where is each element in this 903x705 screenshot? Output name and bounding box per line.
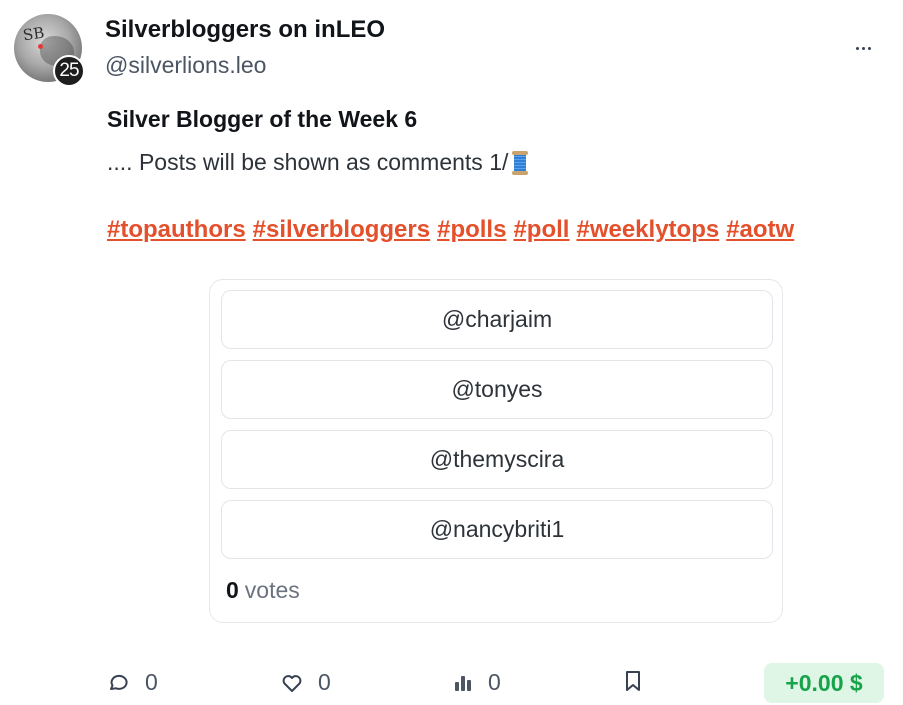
votes-label: votes bbox=[244, 577, 300, 603]
hashtag-link[interactable]: #poll bbox=[513, 216, 569, 243]
hashtag-link[interactable]: #aotw bbox=[726, 216, 794, 243]
hashtag-link[interactable]: #topauthors bbox=[107, 216, 246, 243]
bookmark-button[interactable] bbox=[622, 669, 644, 693]
hashtag-link[interactable]: #polls bbox=[437, 216, 506, 243]
comment-icon bbox=[110, 674, 128, 690]
spool-of-thread-icon bbox=[512, 150, 529, 175]
poll-option-button[interactable]: @themyscira bbox=[221, 430, 773, 489]
poll-option-button[interactable]: @charjaim bbox=[221, 290, 773, 349]
post-body: .... Posts will be shown as comments 1/ bbox=[107, 149, 529, 176]
like-button[interactable]: 0 bbox=[280, 669, 331, 696]
bookmark-icon bbox=[626, 671, 640, 691]
poll-option-button[interactable]: @tonyes bbox=[221, 360, 773, 419]
reputation-badge: 25 bbox=[53, 55, 85, 87]
more-options-icon[interactable] bbox=[848, 36, 878, 60]
hashtag-list: #topauthors #silverbloggers #polls #poll #we… bbox=[107, 216, 801, 244]
poll-vote-count: 0 votes bbox=[226, 577, 300, 604]
post-body-text: .... Posts will be shown as comments 1/ bbox=[107, 149, 509, 175]
vote-count-number: 0 bbox=[226, 577, 239, 603]
comment-count: 0 bbox=[145, 669, 158, 695]
like-count: 0 bbox=[318, 669, 331, 695]
bar-chart-icon bbox=[455, 675, 471, 691]
stats-count: 0 bbox=[488, 669, 501, 695]
stats-button[interactable]: 0 bbox=[452, 669, 501, 696]
poll-option-button[interactable]: @nancybriti1 bbox=[221, 500, 773, 559]
author-display-name[interactable]: Silverbloggers on inLEO bbox=[105, 16, 385, 44]
poll: @charjaim @tonyes @themyscira @nancybrit… bbox=[209, 279, 783, 623]
hashtag-link[interactable]: #weeklytops bbox=[576, 216, 719, 243]
thread-card: SB 25 Silverbloggers on inLEO @silverlio… bbox=[0, 0, 903, 705]
hashtag-link[interactable]: #silverbloggers bbox=[253, 216, 430, 243]
author-handle[interactable]: @silverlions.leo bbox=[105, 52, 266, 79]
action-bar: 0 0 0 +0.00 $ bbox=[0, 663, 903, 705]
comment-button[interactable]: 0 bbox=[107, 669, 158, 696]
avatar-red-dot bbox=[38, 44, 43, 49]
payout-badge[interactable]: +0.00 $ bbox=[764, 663, 884, 703]
heart-icon bbox=[282, 674, 302, 692]
post-title: Silver Blogger of the Week 6 bbox=[107, 106, 418, 132]
